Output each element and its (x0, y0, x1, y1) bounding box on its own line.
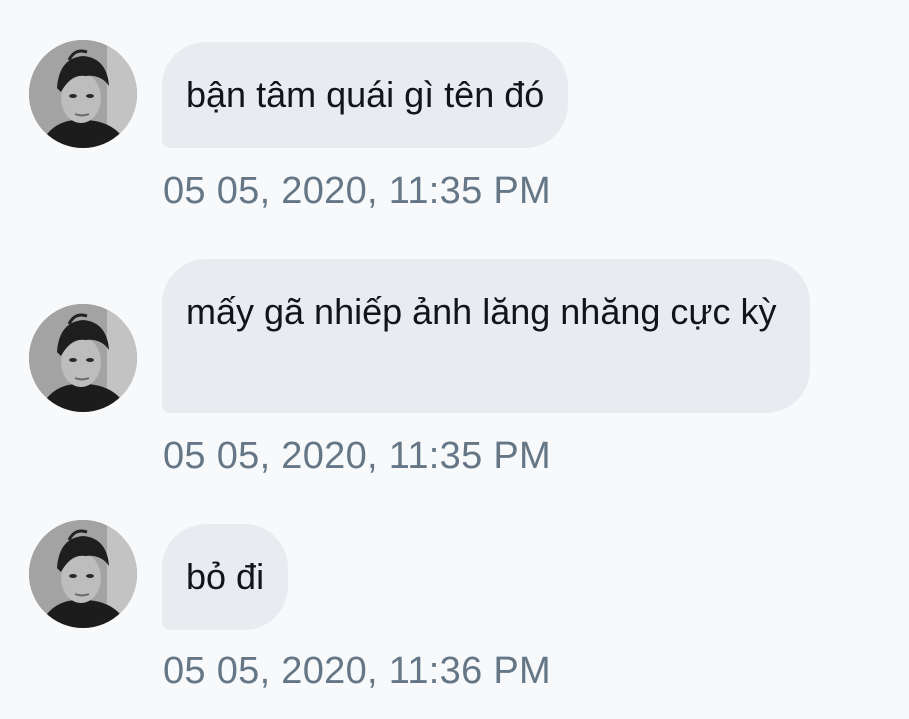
message-bubble[interactable]: bỏ đi (162, 524, 289, 630)
profile-photo-icon (29, 520, 137, 628)
message-timestamp: 05 05, 2020, 11:35 PM (163, 435, 551, 477)
profile-photo-icon (29, 304, 137, 412)
avatar[interactable] (29, 520, 137, 628)
message-bubble[interactable]: mấy gã nhiếp ảnh lăng nhăng cực kỳ (162, 259, 810, 413)
message-timestamp: 05 05, 2020, 11:35 PM (163, 170, 551, 212)
message-text: mấy gã nhiếp ảnh lăng nhăng cực kỳ (186, 291, 777, 332)
message-text: bỏ đi (186, 556, 265, 597)
message-text: bận tâm quái gì tên đó (186, 74, 545, 115)
message-bubble[interactable]: bận tâm quái gì tên đó (162, 42, 569, 148)
message-timestamp: 05 05, 2020, 11:36 PM (163, 650, 551, 692)
avatar[interactable] (29, 304, 137, 412)
profile-photo-icon (29, 40, 137, 148)
avatar[interactable] (29, 40, 137, 148)
